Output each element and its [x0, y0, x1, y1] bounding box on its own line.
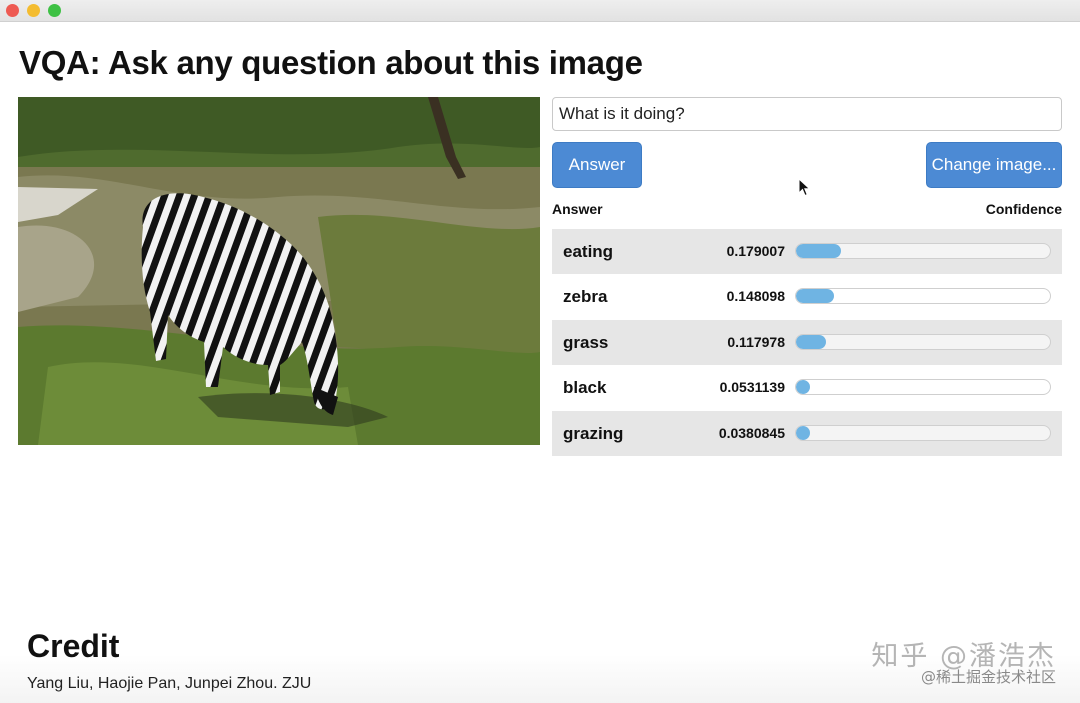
change-image-button[interactable]: Change image...: [926, 142, 1062, 188]
confidence-bar: [795, 243, 1051, 259]
credit-title: Credit: [27, 628, 120, 664]
confidence-bar-fill: [796, 334, 826, 349]
credit-text: Yang Liu, Haojie Pan, Junpei Zhou. ZJU: [27, 675, 312, 692]
result-row: eating 0.179007: [552, 229, 1062, 275]
question-input[interactable]: [552, 97, 1062, 131]
zebra-photo: [18, 97, 540, 445]
result-row: grass 0.117978: [552, 319, 1062, 366]
maximize-window-icon[interactable]: [48, 4, 61, 17]
result-score: 0.0531139: [719, 379, 785, 396]
cursor-arrow-icon: [798, 178, 811, 197]
confidence-bar-fill: [796, 289, 834, 304]
window-titlebar: [0, 0, 1080, 22]
result-row: grazing 0.0380845: [552, 410, 1062, 456]
confidence-bar: [795, 379, 1051, 396]
confidence-bar: [795, 288, 1051, 305]
result-label: eating: [563, 242, 614, 261]
confidence-bar-fill: [796, 425, 810, 440]
result-score: 0.117978: [727, 333, 785, 350]
confidence-column-header: Confidence: [985, 201, 1062, 217]
result-label: zebra: [563, 287, 608, 307]
answer-button[interactable]: Answer: [552, 142, 642, 188]
results-table: eating 0.179007 zebra 0.148098 grass 0.1…: [552, 229, 1062, 456]
answer-column-header: Answer: [552, 201, 603, 217]
watermark: 知乎 @潘浩杰 @稀土掘金技术社区: [871, 642, 1056, 687]
result-row: black 0.0531139: [552, 365, 1062, 411]
photo-illustration: [18, 97, 540, 445]
result-row: zebra 0.148098: [552, 274, 1062, 320]
page-title: VQA: Ask any question about this image: [19, 44, 643, 81]
close-window-icon[interactable]: [6, 4, 19, 17]
result-score: 0.0380845: [718, 424, 785, 441]
confidence-bar: [795, 424, 1051, 441]
confidence-bar: [795, 333, 1051, 350]
minimize-window-icon[interactable]: [27, 4, 40, 17]
result-label: black: [563, 378, 607, 398]
result-label: grass: [563, 332, 609, 352]
result-score: 0.179007: [726, 243, 785, 259]
confidence-bar-fill: [796, 380, 810, 395]
result-score: 0.148098: [726, 288, 785, 305]
confidence-bar-fill: [796, 244, 841, 258]
result-label: grazing: [563, 423, 624, 443]
